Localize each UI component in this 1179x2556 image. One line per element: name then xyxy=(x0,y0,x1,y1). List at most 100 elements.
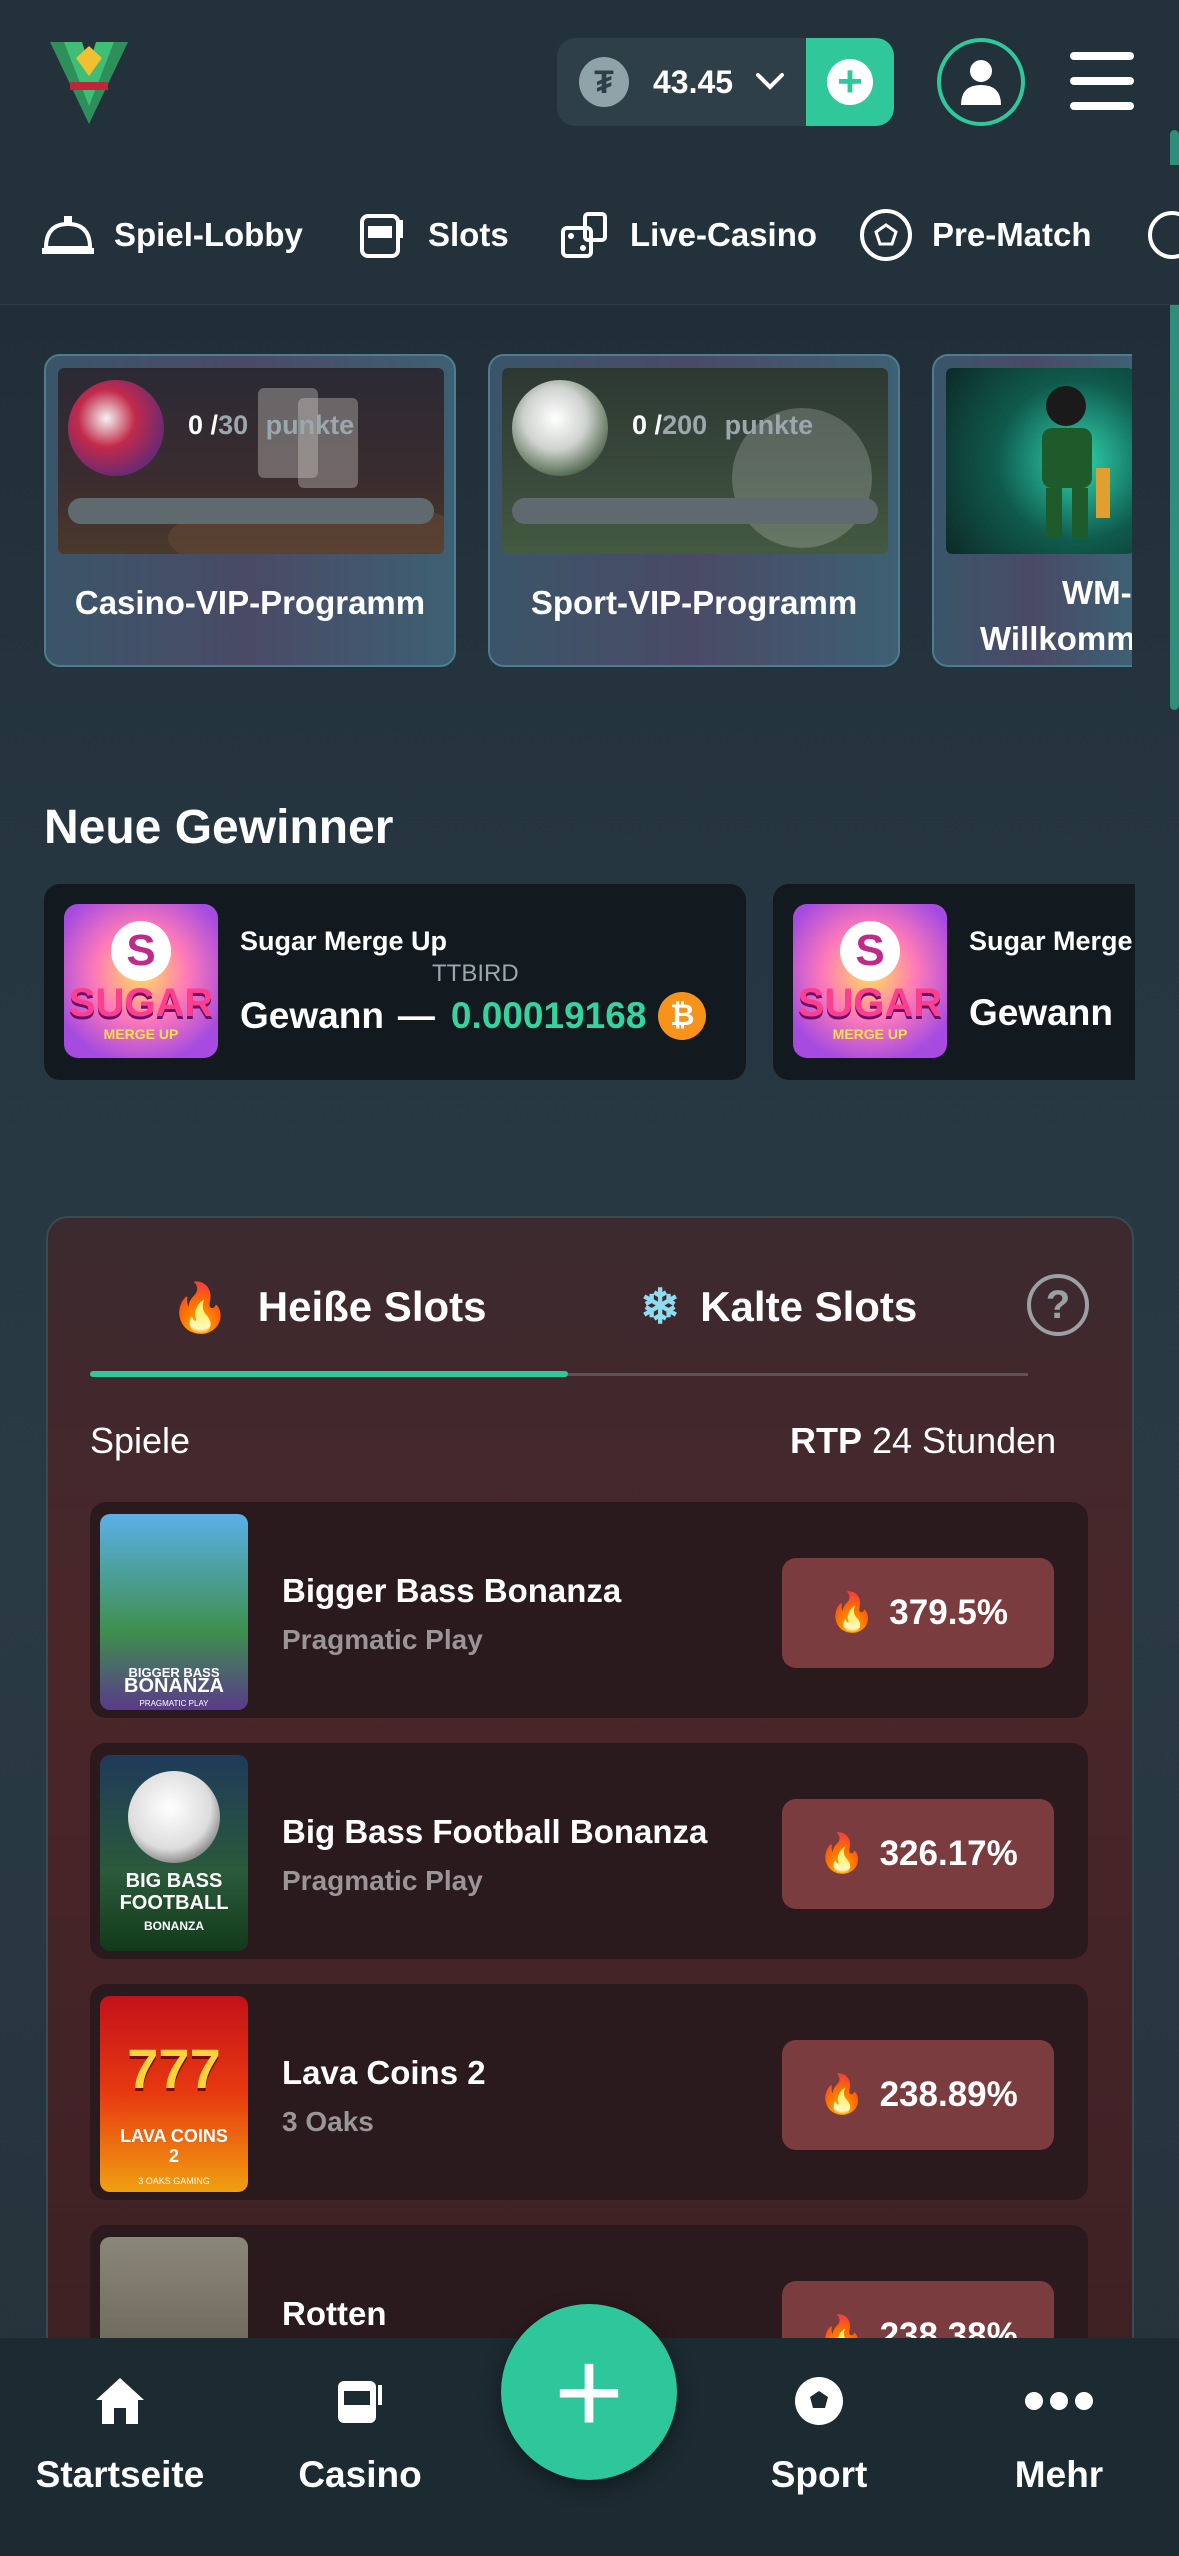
hamburger-menu-icon[interactable] xyxy=(1070,52,1134,110)
bottom-nav-home[interactable]: Startseite xyxy=(0,2370,240,2496)
game-thumbnail: 777 LAVA COINS 2 3 OAKS GAMING xyxy=(100,1996,248,2192)
tab-cold-slots[interactable]: ❄ Kalte Slots xyxy=(640,1270,917,1344)
football-player-image xyxy=(946,368,1132,554)
slot-provider: Pragmatic Play xyxy=(282,1865,483,1896)
nav-item-pre-match[interactable]: Pre-Match xyxy=(858,205,1092,265)
vip-points-unit: punkte xyxy=(724,410,814,440)
vip-card-casino[interactable]: 0 /30 punkte Casino-VIP-Programm xyxy=(44,354,456,667)
soccer-ball-icon xyxy=(793,2370,845,2432)
vip-card-image: 0 /200 punkte xyxy=(502,368,888,554)
game-thumbnail: S SUGAR MERGE UP xyxy=(793,904,947,1058)
tab-label: Heiße Slots xyxy=(257,1283,487,1330)
nav-item-live-casino[interactable]: Live-Casino xyxy=(556,205,817,265)
nav-item-spiel-lobby[interactable]: Spiel-Lobby xyxy=(40,205,303,265)
vip-points-unit: punkte xyxy=(265,410,355,440)
fire-icon: 🔥 xyxy=(827,1592,876,1634)
game-thumbnail: S SUGAR MERGE UP xyxy=(64,904,218,1058)
rtp-badge: 🔥 326.17% xyxy=(782,1799,1054,1909)
help-icon[interactable]: ? xyxy=(1027,1274,1089,1336)
soccer-ball-icon xyxy=(512,380,608,476)
slot-provider: Pragmatic Play xyxy=(282,1624,483,1655)
slot-name: Rotten xyxy=(282,2295,387,2332)
vip-card-wm-partial[interactable]: WM- Willkomm xyxy=(932,354,1132,667)
bottom-nav-label: Mehr xyxy=(1014,2454,1104,2495)
slot-row[interactable]: BIGGER BASS BONANZA PRAGMATIC PLAY Bigge… xyxy=(90,1502,1088,1718)
snowflake-icon: ❄ xyxy=(640,1281,681,1334)
won-label: Gewann xyxy=(240,995,384,1036)
chevron-down-icon xyxy=(755,65,785,99)
slot-row[interactable]: 777 LAVA COINS 2 3 OAKS GAMING Lava Coin… xyxy=(90,1984,1088,2200)
rtp-badge: 🔥 379.5% xyxy=(782,1558,1054,1668)
nav-label: Pre-Match xyxy=(932,216,1092,253)
bottom-nav-label: Casino xyxy=(298,2454,422,2495)
bottom-nav-sport[interactable]: Sport xyxy=(699,2370,939,2496)
win-amount: 0.00019168 xyxy=(450,995,647,1036)
won-label: Gewann xyxy=(969,992,1113,1033)
nav-item-next-partial[interactable] xyxy=(1144,205,1179,265)
tether-coin-icon: ₮ xyxy=(579,57,629,107)
vip-card-title-line2: Willkomm xyxy=(980,620,1132,657)
nav-label: Spiel-Lobby xyxy=(114,216,303,253)
vip-separator: / xyxy=(210,410,219,440)
column-header-games: Spiele xyxy=(90,1420,191,1461)
slot-machine-icon xyxy=(354,207,410,263)
plus-icon: + xyxy=(827,59,873,105)
vip-card-sport[interactable]: 0 /200 punkte Sport-VIP-Programm xyxy=(488,354,900,667)
slot-row[interactable]: BIG BASS FOOTBALL BONANZA Big Bass Footb… xyxy=(90,1743,1088,1959)
slot-provider: 3 Oaks xyxy=(282,2106,374,2137)
dice-icon xyxy=(68,380,164,476)
cards-dice-icon xyxy=(556,207,612,263)
deposit-button[interactable]: + xyxy=(806,38,894,126)
dash: — xyxy=(397,995,435,1036)
vip-progress-bar xyxy=(68,498,434,524)
nav-label: Live-Casino xyxy=(630,216,818,253)
nav-item-slots[interactable]: Slots xyxy=(354,205,509,265)
home-icon xyxy=(94,2370,146,2432)
partial-icon xyxy=(1144,207,1179,263)
vip-current-points: 0 xyxy=(188,410,204,440)
vip-card-title: WM- xyxy=(1062,574,1132,611)
section-title-winners: Neue Gewinner xyxy=(44,801,394,854)
service-bell-icon xyxy=(40,207,96,263)
fire-icon: 🔥 xyxy=(818,2074,866,2116)
more-dots-icon xyxy=(1024,2370,1094,2432)
bottom-nav-label: Sport xyxy=(770,2454,868,2495)
wallet-balance-selector[interactable]: ₮ 43.45 xyxy=(557,38,807,126)
tab-active-indicator xyxy=(90,1371,568,1377)
rtp-badge: 🔥 238.89% xyxy=(782,2040,1054,2150)
slot-name: Lava Coins 2 xyxy=(282,2054,486,2091)
nav-label: Slots xyxy=(428,216,509,253)
column-header-rtp: RTP 24 Stunden xyxy=(790,1420,1057,1461)
slot-name: Bigger Bass Bonanza xyxy=(282,1572,622,1609)
vip-progress-bar xyxy=(512,498,878,524)
bottom-nav-label: Startseite xyxy=(35,2454,205,2495)
bitcoin-icon: ₿ xyxy=(658,992,707,1040)
profile-button[interactable] xyxy=(937,38,1025,126)
vip-card-title: Sport-VIP-Programm xyxy=(530,584,858,621)
game-thumbnail: BIGGER BASS BONANZA PRAGMATIC PLAY xyxy=(100,1514,248,1710)
vip-target-points: 30 xyxy=(218,410,249,440)
bottom-nav-more[interactable]: Mehr xyxy=(939,2370,1179,2496)
brand-logo[interactable] xyxy=(46,36,132,126)
fire-icon: 🔥 xyxy=(818,1833,866,1875)
vip-card-image: 0 /30 punkte xyxy=(58,368,444,554)
fire-icon: 🔥 xyxy=(170,1281,230,1335)
vip-separator: / xyxy=(654,410,663,440)
user-icon xyxy=(961,60,1001,105)
slot-name: Big Bass Football Bonanza xyxy=(282,1813,708,1850)
game-thumbnail: BIG BASS FOOTBALL BONANZA xyxy=(100,1755,248,1951)
winner-card[interactable]: S SUGAR MERGE UP Sugar Merge Gewann xyxy=(773,884,1135,1080)
vip-target-points: 200 xyxy=(662,410,708,440)
winner-game-name: Sugar Merge xyxy=(969,926,1133,956)
vip-current-points: 0 xyxy=(632,410,648,440)
balance-amount: 43.45 xyxy=(653,63,734,100)
bottom-nav-casino[interactable]: Casino xyxy=(240,2370,480,2496)
tab-label: Kalte Slots xyxy=(700,1283,918,1330)
winner-game-name: Sugar Merge Up xyxy=(240,926,448,956)
fab-plus-button[interactable]: + xyxy=(501,2304,677,2480)
winner-card[interactable]: S SUGAR MERGE UP Sugar Merge Up TTBIRD G… xyxy=(44,884,746,1080)
tab-hot-slots[interactable]: 🔥 Heiße Slots xyxy=(170,1270,487,1344)
winner-username: TTBIRD xyxy=(432,960,519,987)
vip-card-title: Casino-VIP-Programm xyxy=(74,584,426,621)
soccer-ball-icon xyxy=(858,207,914,263)
